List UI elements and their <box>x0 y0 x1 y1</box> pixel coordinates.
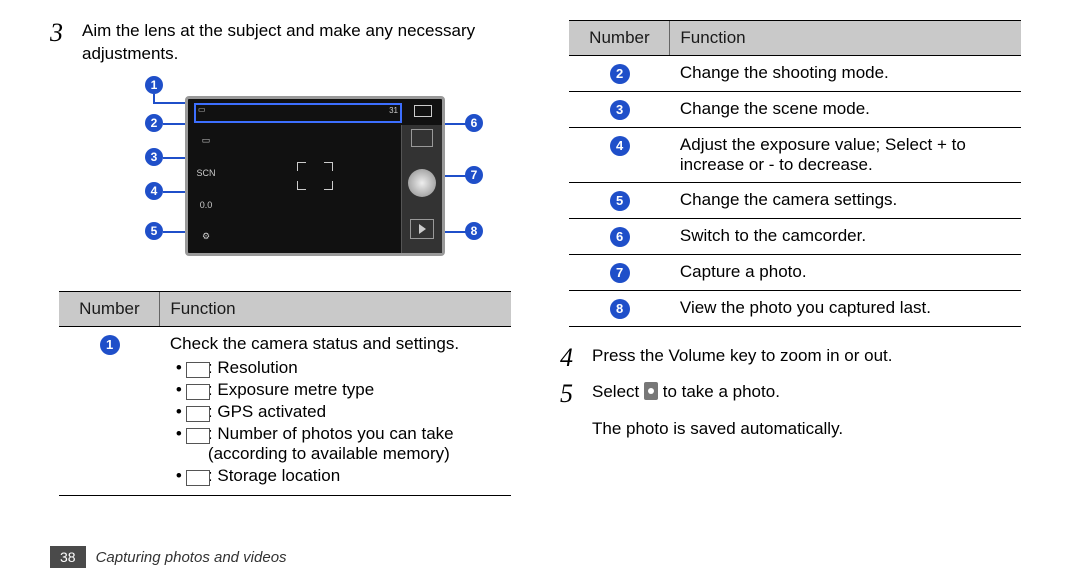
step-text: Aim the lens at the subject and make any… <box>82 20 520 66</box>
header-number: Number <box>59 291 160 326</box>
table-row: 7 Capture a photo. <box>569 255 1020 291</box>
table-row: 5 Change the camera settings. <box>569 183 1020 219</box>
row-lead: Check the camera status and settings. <box>170 334 459 353</box>
shutter-icon <box>644 382 658 400</box>
section-title: Capturing photos and videos <box>96 549 287 566</box>
step-text-b: to take a photo. <box>663 382 780 401</box>
count-icon <box>186 428 210 444</box>
callout-5: 5 <box>145 222 163 240</box>
page-body: 3 Aim the lens at the subject and make a… <box>0 0 1080 496</box>
playback-icon <box>410 219 434 239</box>
circ-4: 4 <box>610 136 630 156</box>
func-text: Switch to the camcorder. <box>670 219 1021 255</box>
exposure-label: 0.0 <box>200 193 213 217</box>
storage-icon <box>186 470 210 486</box>
func-text: Adjust the exposure value; Select + to i… <box>670 128 1021 183</box>
step-text: Press the Volume key to zoom in or out. <box>592 345 892 368</box>
bullet-list: : Resolution : Exposure metre type : GPS… <box>170 358 501 486</box>
resolution-icon <box>186 362 210 378</box>
step-3: 3 Aim the lens at the subject and make a… <box>50 20 520 66</box>
step-number: 4 <box>560 345 580 371</box>
circ-2: 2 <box>610 64 630 84</box>
table-row: 4 Adjust the exposure value; Select + to … <box>569 128 1020 183</box>
function-table-right: Number Function 2 Change the shooting mod… <box>569 20 1020 327</box>
callout-line <box>443 231 467 233</box>
callout-line <box>443 175 467 177</box>
circ-3: 3 <box>610 100 630 120</box>
left-column: 3 Aim the lens at the subject and make a… <box>50 20 520 496</box>
exposure-metre-icon <box>186 384 210 400</box>
battery-icon <box>414 105 432 117</box>
item-text: : Number of photos you can take (accordi… <box>208 424 454 463</box>
func-text: Change the shooting mode. <box>670 56 1021 92</box>
circ-6: 6 <box>610 227 630 247</box>
gps-icon <box>186 406 210 422</box>
item-text: : GPS activated <box>208 402 326 421</box>
function-table-left: Number Function 1 Check the camera statu… <box>59 291 510 496</box>
focus-brackets <box>297 162 333 190</box>
list-item: : Exposure metre type <box>170 380 501 400</box>
table-header-row: Number Function <box>569 21 1020 56</box>
row-number-cell: 1 <box>59 326 160 495</box>
list-item: : Storage location <box>170 466 501 486</box>
callout-1: 1 <box>145 76 163 94</box>
step-5-sub: The photo is saved automatically. <box>592 417 1030 441</box>
func-text: Change the camera settings. <box>670 183 1021 219</box>
func-text: View the photo you captured last. <box>670 291 1021 327</box>
step-text-a: Select <box>592 382 639 401</box>
scene-label: SCN <box>196 161 215 185</box>
circ-5: 5 <box>610 191 630 211</box>
callout-3: 3 <box>145 148 163 166</box>
table-row: 8 View the photo you captured last. <box>569 291 1020 327</box>
table-row: 2 Change the shooting mode. <box>569 56 1020 92</box>
item-text: : Resolution <box>208 358 298 377</box>
step-5: 5 Select to take a photo. <box>560 381 1030 407</box>
camcorder-icon <box>411 129 433 147</box>
shot-counter: 31 <box>389 106 398 115</box>
callout-6: 6 <box>465 114 483 132</box>
step-number: 5 <box>560 381 580 407</box>
table-row: 6 Switch to the camcorder. <box>569 219 1020 255</box>
settings-gear-icon: ⚙ <box>202 225 210 249</box>
resolution-icon: ▭ <box>198 105 206 114</box>
callout-7: 7 <box>465 166 483 184</box>
header-function: Function <box>160 291 511 326</box>
table-header-row: Number Function <box>59 291 510 326</box>
header-number: Number <box>569 21 670 56</box>
list-item: : Resolution <box>170 358 501 378</box>
right-panel <box>401 125 442 253</box>
left-panel: ▭ SCN 0.0 ⚙ <box>188 125 224 253</box>
circ-7: 7 <box>610 263 630 283</box>
list-item: : GPS activated <box>170 402 501 422</box>
circ-1: 1 <box>100 335 120 355</box>
callout-line <box>443 123 467 125</box>
circ-8: 8 <box>610 299 630 319</box>
camera-diagram: 1 2 3 4 5 6 7 8 ▭ 31 <box>85 76 485 276</box>
mode-icon: ▭ <box>202 129 211 153</box>
callout-8: 8 <box>465 222 483 240</box>
page-footer: 38 Capturing photos and videos <box>50 546 287 568</box>
step-text: Select to take a photo. <box>592 381 780 404</box>
callout-2: 2 <box>145 114 163 132</box>
page-number: 38 <box>50 546 86 568</box>
header-function: Function <box>670 21 1021 56</box>
callout-4: 4 <box>145 182 163 200</box>
func-text: Capture a photo. <box>670 255 1021 291</box>
item-text: : Exposure metre type <box>208 380 374 399</box>
callout-line <box>153 94 155 102</box>
list-item: : Number of photos you can take (accordi… <box>170 424 501 464</box>
camera-screen: ▭ 31 ▭ SCN 0.0 ⚙ <box>185 96 445 256</box>
step-4: 4 Press the Volume key to zoom in or out… <box>560 345 1030 371</box>
table-row: 1 Check the camera status and settings. … <box>59 326 510 495</box>
status-bar-highlight: ▭ 31 <box>194 103 402 123</box>
right-column: Number Function 2 Change the shooting mod… <box>560 20 1030 496</box>
step-number: 3 <box>50 20 70 46</box>
callout-line <box>153 102 189 104</box>
item-text: : Storage location <box>208 466 340 485</box>
shutter-icon <box>408 169 436 197</box>
table-row: 3 Change the scene mode. <box>569 92 1020 128</box>
row-function-cell: Check the camera status and settings. : … <box>160 326 511 495</box>
func-text: Change the scene mode. <box>670 92 1021 128</box>
